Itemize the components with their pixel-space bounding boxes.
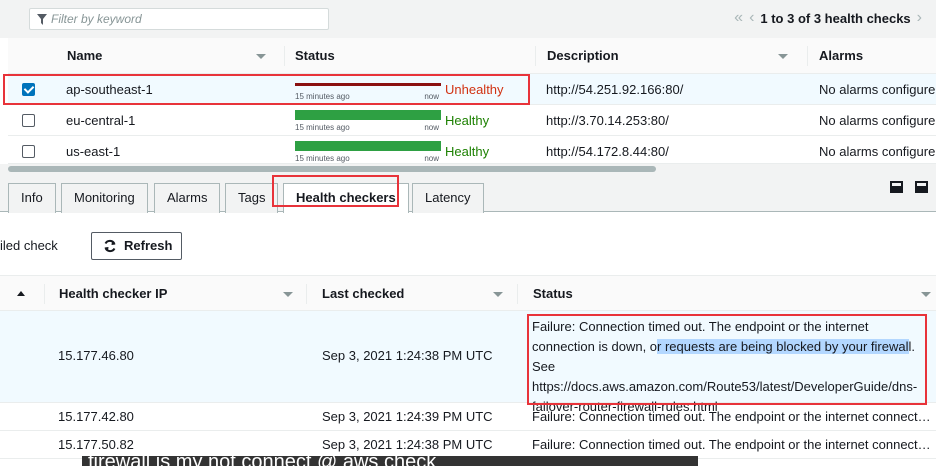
column-divider: [535, 46, 536, 66]
checker-ip: 15.177.42.80: [58, 409, 134, 424]
sparkline-bar: [295, 110, 441, 120]
first-page-icon[interactable]: «: [734, 10, 743, 26]
sort-caret-icon[interactable]: [921, 292, 931, 297]
table-row[interactable]: us-east-1 15 minutes ago now Healthy htt…: [8, 136, 936, 164]
row-name: us-east-1: [66, 144, 121, 159]
tab-info[interactable]: Info: [8, 183, 56, 213]
column-divider: [517, 284, 518, 304]
column-divider: [306, 284, 307, 304]
health-sparkline: 15 minutes ago now: [295, 141, 441, 163]
caption-overlay: firewall is my not connect @ aws check: [82, 456, 698, 466]
row-checkbox[interactable]: [22, 145, 35, 158]
status-text: Healthy: [445, 144, 490, 159]
previous-page-icon[interactable]: ‹: [749, 10, 754, 26]
status-text: Healthy: [445, 113, 490, 128]
sparkline-bar: [295, 83, 441, 86]
refresh-icon: [104, 239, 116, 253]
sparkline-start-label: 15 minutes ago: [295, 154, 350, 163]
tab-health-checkers[interactable]: Health checkers: [283, 183, 409, 213]
filter-icon: [37, 14, 47, 25]
status-message: Failure: Connection timed out. The endpo…: [532, 409, 932, 424]
column-header-status[interactable]: Status: [533, 276, 573, 312]
table-row[interactable]: 15.177.46.80 Sep 3, 2021 1:24:38 PM UTC …: [0, 311, 936, 414]
details-tabs: Info Monitoring Alarms Tags Health check…: [0, 174, 936, 213]
health-sparkline: 15 minutes ago now: [295, 110, 441, 132]
pagination: « ‹ 1 to 3 of 3 health checks ›: [734, 10, 922, 26]
filter-placeholder: Filter by keyword: [51, 12, 142, 26]
row-alarms: No alarms configure: [819, 144, 936, 159]
sparkline-end-label: now: [424, 92, 439, 101]
last-checked: Sep 3, 2021 1:24:38 PM UTC: [322, 437, 493, 452]
scrollbar-thumb[interactable]: [8, 166, 656, 172]
health-checks-table-header: Name Status Description Alarms: [8, 38, 936, 74]
sort-caret-icon[interactable]: [283, 292, 293, 297]
status-text-selection: r requests are being blocked by your fir…: [657, 339, 909, 354]
column-divider: [807, 46, 808, 66]
last-checked: Sep 3, 2021 1:24:39 PM UTC: [322, 409, 493, 424]
filter-bar: Filter by keyword « ‹ 1 to 3 of 3 health…: [0, 0, 936, 38]
column-header-last-checked[interactable]: Last checked: [322, 276, 404, 312]
horizontal-scrollbar[interactable]: [0, 164, 936, 174]
sparkline-end-label: now: [424, 154, 439, 163]
row-description: http://54.172.8.44:80/: [546, 144, 669, 159]
health-sparkline: 15 minutes ago now: [295, 79, 441, 101]
sort-ascending-icon[interactable]: [17, 291, 25, 296]
table-row[interactable]: eu-central-1 15 minutes ago now Healthy …: [8, 105, 936, 136]
sparkline-start-label: 15 minutes ago: [295, 123, 350, 132]
sparkline-bar: [295, 141, 441, 151]
filter-input[interactable]: Filter by keyword: [29, 8, 329, 30]
last-checked: Sep 3, 2021 1:24:38 PM UTC: [322, 348, 493, 363]
row-checkbox[interactable]: [22, 114, 35, 127]
split-pane-bottom-icon[interactable]: [890, 181, 903, 193]
sort-caret-icon[interactable]: [493, 292, 503, 297]
table-row[interactable]: ap-southeast-1 15 minutes ago now Unheal…: [8, 74, 936, 105]
column-header-description[interactable]: Description: [547, 38, 619, 74]
column-divider: [284, 46, 285, 66]
tab-latency[interactable]: Latency: [412, 183, 484, 213]
health-checkers-table-header: Health checker IP Last checked Status: [0, 275, 936, 311]
status-message: Failure: Connection timed out. The endpo…: [532, 317, 927, 417]
column-header-checker-ip[interactable]: Health checker IP: [59, 276, 167, 312]
row-alarms: No alarms configure: [819, 82, 936, 97]
tab-tags[interactable]: Tags: [225, 183, 279, 213]
table-row[interactable]: 15.177.42.80 Sep 3, 2021 1:24:39 PM UTC …: [0, 403, 936, 431]
status-text: Unhealthy: [445, 82, 504, 97]
row-description: http://3.70.14.253:80/: [546, 113, 669, 128]
pagination-count: 1 to 3 of 3 health checks: [760, 10, 911, 26]
row-description: http://54.251.92.166:80/: [546, 82, 684, 97]
tab-alarms[interactable]: Alarms: [154, 183, 221, 213]
refresh-button[interactable]: Refresh: [91, 232, 182, 260]
checker-ip: 15.177.50.82: [58, 437, 134, 452]
sort-caret-icon[interactable]: [778, 54, 788, 59]
column-header-status[interactable]: Status: [295, 38, 335, 74]
caption-text: firewall is my not connect @ aws check: [88, 456, 436, 466]
split-pane-side-icon[interactable]: [915, 181, 928, 193]
checker-ip: 15.177.46.80: [58, 348, 134, 363]
sparkline-start-label: 15 minutes ago: [295, 92, 350, 101]
row-checkbox[interactable]: [22, 83, 35, 96]
failed-checks-label: iled check: [0, 238, 58, 253]
row-alarms: No alarms configure: [819, 113, 936, 128]
row-name: eu-central-1: [66, 113, 136, 128]
sparkline-end-label: now: [424, 123, 439, 132]
status-message: Failure: Connection timed out. The endpo…: [532, 437, 932, 452]
row-name: ap-southeast-1: [66, 82, 153, 97]
next-page-icon[interactable]: ›: [917, 10, 922, 26]
table-row[interactable]: 15.177.50.82 Sep 3, 2021 1:24:38 PM UTC …: [0, 431, 936, 459]
sort-caret-icon[interactable]: [256, 54, 266, 59]
column-header-alarms[interactable]: Alarms: [819, 38, 863, 74]
tab-monitoring[interactable]: Monitoring: [61, 183, 148, 213]
column-divider: [44, 284, 45, 304]
refresh-label: Refresh: [124, 238, 173, 253]
column-header-name[interactable]: Name: [67, 38, 102, 74]
